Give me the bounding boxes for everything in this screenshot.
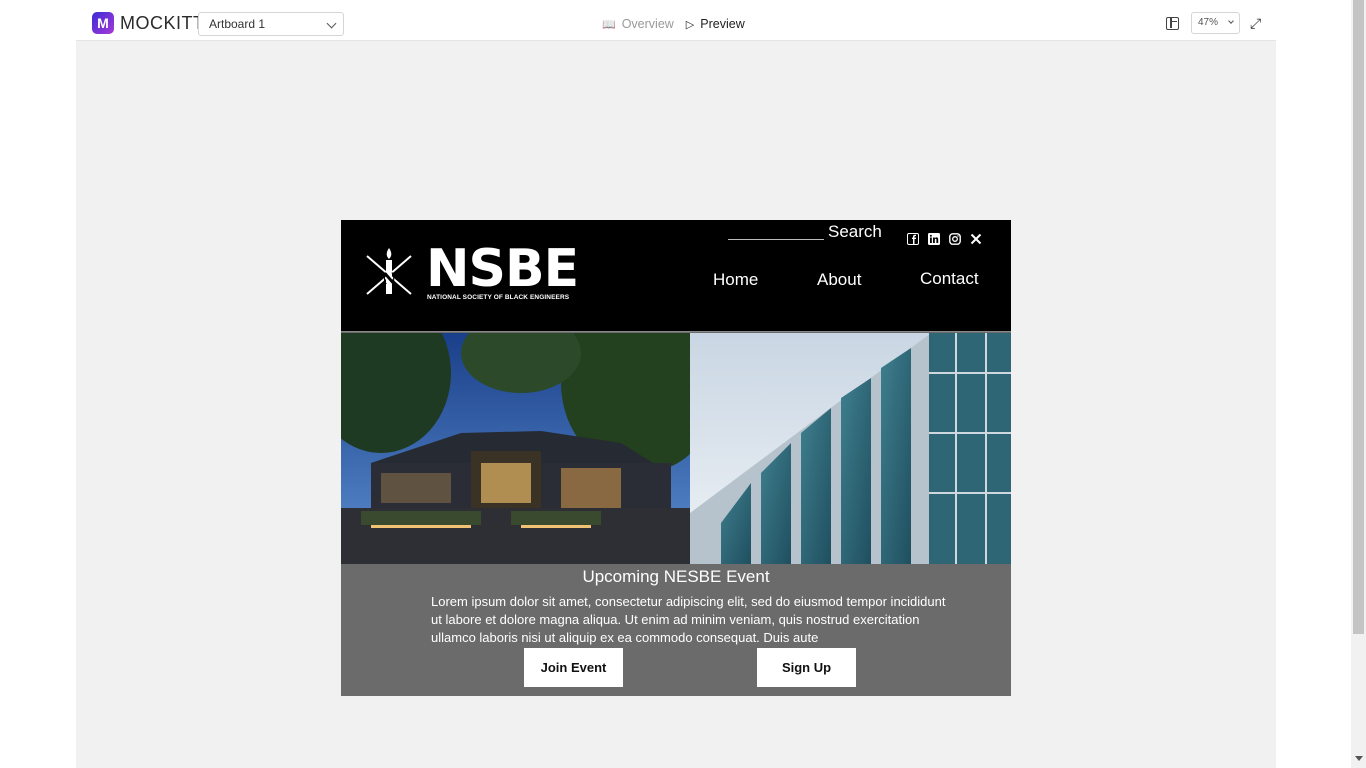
site-header: N NSBE NATIONAL SOCIETY OF BLACK ENGINEE… bbox=[341, 220, 1011, 332]
mockitt-logo-icon: M bbox=[92, 12, 114, 34]
facebook-icon[interactable] bbox=[907, 233, 919, 245]
chevron-down-icon bbox=[326, 18, 337, 29]
scrollbar-thumb[interactable] bbox=[1353, 0, 1364, 634]
search-input[interactable] bbox=[728, 239, 824, 240]
mode-switch: 📖 Overview ▷ Preview bbox=[596, 12, 751, 36]
brand: M MOCKITT bbox=[92, 12, 205, 34]
event-section: Upcoming NESBE Event Lorem ipsum dolor s… bbox=[341, 564, 1011, 696]
x-icon[interactable] bbox=[970, 233, 982, 245]
search-button[interactable]: Search bbox=[828, 222, 882, 242]
tab-overview-label: Overview bbox=[621, 17, 674, 31]
nav-home[interactable]: Home bbox=[713, 270, 758, 290]
play-icon: ▷ bbox=[685, 18, 695, 31]
join-event-button[interactable]: Join Event bbox=[524, 648, 623, 687]
hero-image bbox=[341, 333, 1011, 564]
logo-text: NSBE bbox=[426, 239, 579, 299]
event-title: Upcoming NESBE Event bbox=[582, 567, 770, 586]
logo-subtitle: NATIONAL SOCIETY OF BLACK ENGINEERS bbox=[427, 294, 570, 301]
artboard-select[interactable]: Artboard 1 bbox=[198, 12, 344, 36]
fullscreen-icon[interactable]: ⤢ bbox=[1250, 15, 1261, 32]
linkedin-icon[interactable] bbox=[928, 233, 940, 245]
scroll-down-icon[interactable] bbox=[1355, 756, 1363, 761]
event-description: Lorem ipsum dolor sit amet, consectetur … bbox=[431, 594, 946, 645]
nav-about[interactable]: About bbox=[817, 270, 861, 290]
zoom-select[interactable]: 47% bbox=[1191, 12, 1240, 34]
layout-icon[interactable] bbox=[1166, 16, 1179, 30]
book-icon: 📖 bbox=[602, 18, 616, 31]
artboard: N NSBE NATIONAL SOCIETY OF BLACK ENGINEE… bbox=[341, 220, 1011, 696]
artboard-select-value: Artboard 1 bbox=[209, 17, 266, 31]
instagram-icon[interactable] bbox=[949, 233, 961, 245]
social-links bbox=[907, 233, 982, 245]
svg-text:N: N bbox=[382, 269, 397, 288]
sign-up-button[interactable]: Sign Up bbox=[757, 648, 856, 687]
tab-overview[interactable]: 📖 Overview bbox=[596, 12, 680, 36]
zoom-value: 47% bbox=[1198, 17, 1219, 28]
nsbe-emblem-icon: N bbox=[366, 248, 412, 295]
app-toolbar: M MOCKITT Artboard 1 📖 Overview ▷ Previe… bbox=[76, 0, 1276, 41]
tab-preview[interactable]: ▷ Preview bbox=[679, 12, 751, 36]
tab-preview-label: Preview bbox=[700, 17, 745, 31]
right-tools: 47% ⤢ bbox=[1166, 12, 1261, 34]
brand-name: MOCKITT bbox=[120, 12, 205, 33]
nav-contact[interactable]: Contact bbox=[920, 269, 979, 289]
vertical-scrollbar[interactable] bbox=[1351, 0, 1366, 768]
chevron-down-icon bbox=[1228, 18, 1234, 24]
